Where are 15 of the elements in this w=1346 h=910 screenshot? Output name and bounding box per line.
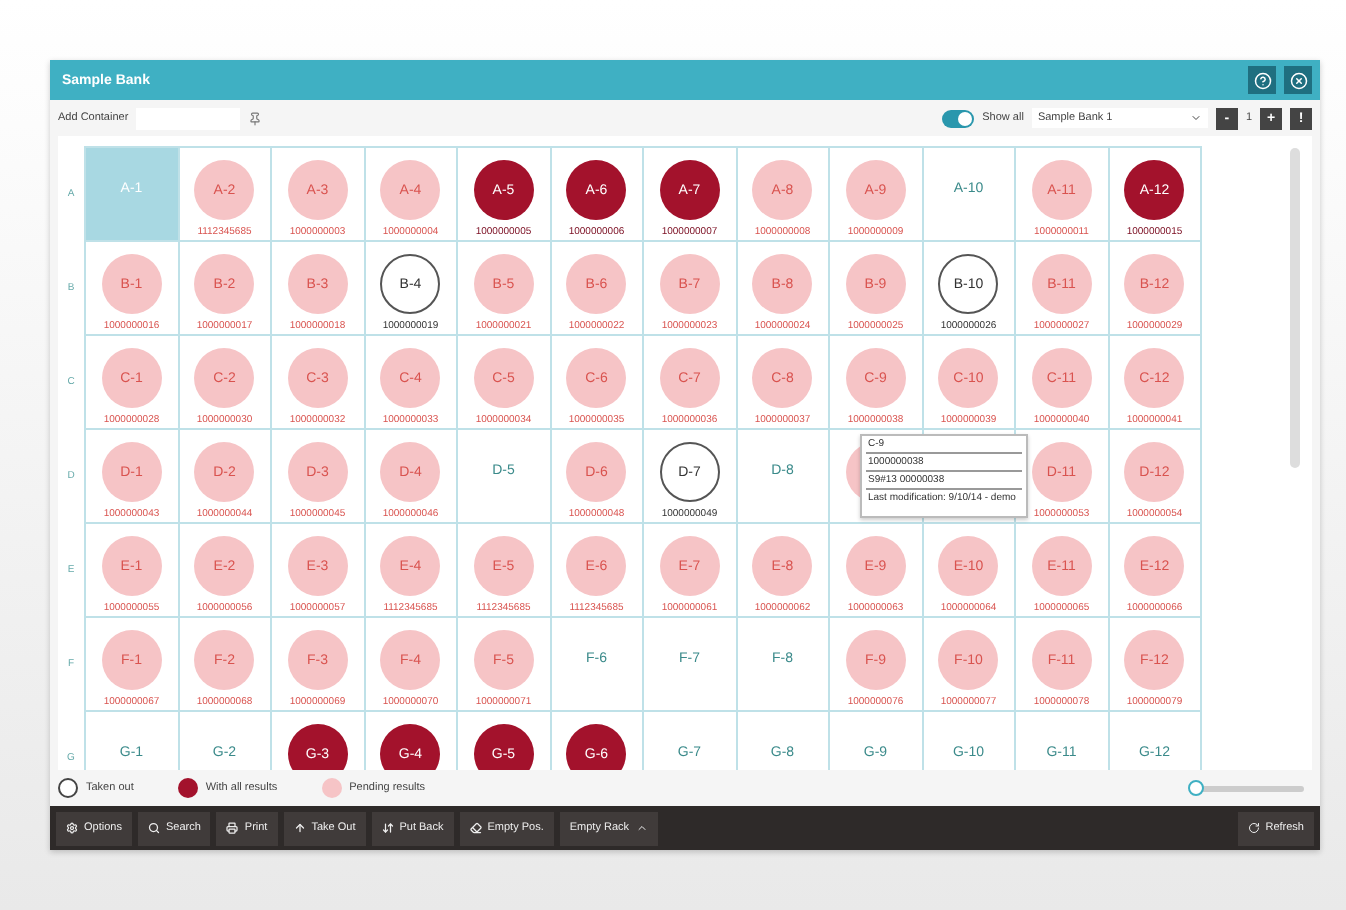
settings-icon bbox=[66, 822, 78, 834]
show-all-toggle[interactable] bbox=[942, 109, 975, 127]
arrow-up-icon bbox=[293, 822, 306, 834]
search-icon bbox=[147, 822, 160, 834]
help-icon bbox=[1253, 71, 1271, 89]
help-button[interactable] bbox=[1248, 66, 1276, 94]
refresh-icon bbox=[1247, 822, 1260, 834]
printer-icon bbox=[226, 822, 239, 834]
arrows-icon bbox=[381, 822, 394, 834]
close-icon bbox=[1289, 71, 1307, 89]
dropdown-caret-icon bbox=[1189, 112, 1202, 124]
close-button[interactable] bbox=[1284, 66, 1312, 94]
caret-icon bbox=[635, 822, 648, 834]
pin-icon[interactable] bbox=[248, 111, 263, 125]
eraser-icon bbox=[469, 822, 482, 834]
